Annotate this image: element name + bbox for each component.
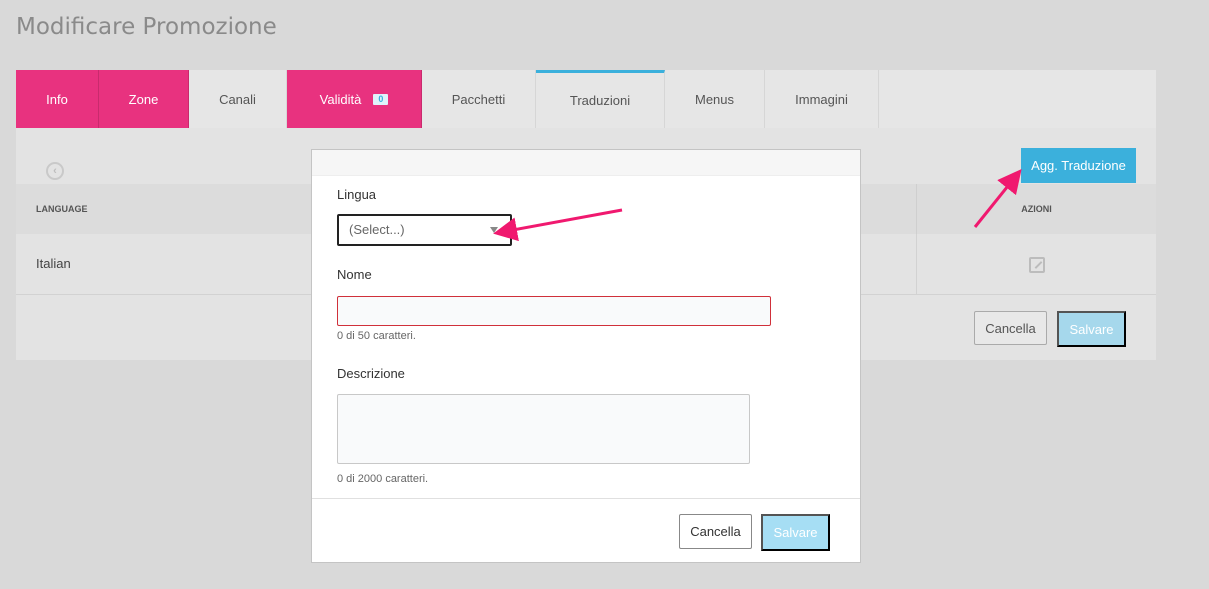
tab-bar: Info Zone Canali Validità 0 Pacchetti Tra…	[16, 70, 1156, 128]
tab-canali[interactable]: Canali	[189, 70, 287, 128]
tab-menus[interactable]: Menus	[665, 70, 765, 128]
language-select-value: (Select...)	[349, 222, 405, 237]
tab-pacchetti[interactable]: Pacchetti	[422, 70, 536, 128]
tab-info[interactable]: Info	[16, 70, 99, 128]
tab-label: Validità	[319, 91, 362, 107]
modal-footer: Cancella Salvare	[312, 498, 860, 562]
modal-header	[312, 150, 860, 176]
row-language: Italian	[36, 256, 71, 271]
modal-cancel-button[interactable]: Cancella	[679, 514, 752, 549]
chevron-down-icon	[490, 227, 498, 233]
tab-traduzioni[interactable]: Traduzioni	[536, 70, 665, 128]
name-char-counter: 0 di 50 caratteri.	[337, 330, 416, 342]
language-select[interactable]: (Select...)	[337, 214, 512, 246]
tab-immagini[interactable]: Immagini	[765, 70, 879, 128]
name-label: Nome	[337, 267, 372, 282]
edit-icon[interactable]	[1028, 256, 1045, 273]
column-language: LANGUAGE	[36, 204, 88, 214]
add-translation-button[interactable]: Agg. Traduzione	[1021, 148, 1136, 183]
tab-label: Traduzioni	[569, 93, 631, 108]
tab-label: Immagini	[795, 91, 848, 107]
back-arrow-icon[interactable]: ‹	[46, 162, 64, 180]
column-actions: AZIONI	[916, 184, 1156, 234]
description-char-counter: 0 di 2000 caratteri.	[337, 473, 429, 485]
row-actions	[916, 234, 1156, 295]
panel-cancel-button[interactable]: Cancella	[974, 311, 1047, 345]
modal-save-button[interactable]: Salvare	[761, 514, 830, 551]
description-label: Descrizione	[337, 366, 405, 381]
tab-label: Info	[46, 91, 68, 107]
language-label: Lingua	[337, 187, 377, 202]
tab-label: Pacchetti	[451, 91, 506, 107]
add-translation-modal: Lingua (Select...) Nome 0 di 50 caratter…	[311, 149, 861, 563]
tab-label: Menus	[694, 91, 735, 107]
count-badge: 0	[373, 93, 389, 105]
tab-zone[interactable]: Zone	[99, 70, 189, 128]
name-input[interactable]	[337, 296, 771, 326]
tab-validita[interactable]: Validità 0	[287, 70, 422, 128]
tab-label: Zone	[128, 91, 159, 107]
tab-label: Canali	[219, 91, 256, 107]
description-textarea[interactable]	[337, 394, 750, 464]
panel-save-button[interactable]: Salvare	[1057, 311, 1126, 347]
page-title: Modificare Promozione	[16, 14, 277, 40]
